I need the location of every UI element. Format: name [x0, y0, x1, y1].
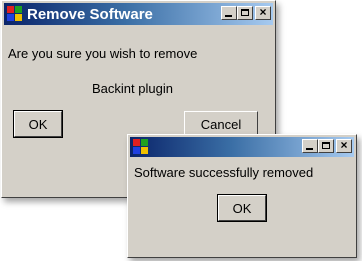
software-name: Backint plugin — [92, 81, 173, 96]
close-button[interactable]: × — [336, 138, 352, 153]
success-window: × Software successfully removed OK — [127, 134, 357, 258]
caption-buttons: × — [221, 5, 271, 20]
windows-logo-icon — [7, 6, 23, 22]
ok-button-label: OK — [232, 200, 252, 216]
maximize-icon — [322, 142, 330, 149]
windows-logo-icon — [133, 139, 149, 155]
maximize-icon — [241, 9, 249, 16]
minimize-button[interactable] — [302, 139, 318, 153]
cancel-button-label: Cancel — [200, 116, 242, 132]
success-titlebar[interactable]: × — [130, 137, 354, 157]
remove-software-titlebar[interactable]: Remove Software × — [4, 3, 273, 25]
minimize-button[interactable] — [221, 6, 237, 20]
minimize-icon — [225, 15, 232, 17]
ok-button[interactable]: OK — [13, 110, 63, 138]
maximize-button[interactable] — [237, 6, 253, 20]
close-icon: × — [340, 138, 348, 152]
close-button[interactable]: × — [255, 5, 271, 20]
confirm-message: Are you sure you wish to remove — [8, 46, 198, 61]
ok-button-label: OK — [28, 116, 48, 132]
close-icon: × — [259, 5, 267, 19]
maximize-button[interactable] — [318, 139, 334, 153]
caption-buttons: × — [302, 138, 352, 153]
success-message: Software successfully removed — [134, 165, 314, 180]
window-title: Remove Software — [27, 5, 153, 23]
ok-button[interactable]: OK — [217, 194, 267, 222]
minimize-icon — [306, 148, 313, 150]
